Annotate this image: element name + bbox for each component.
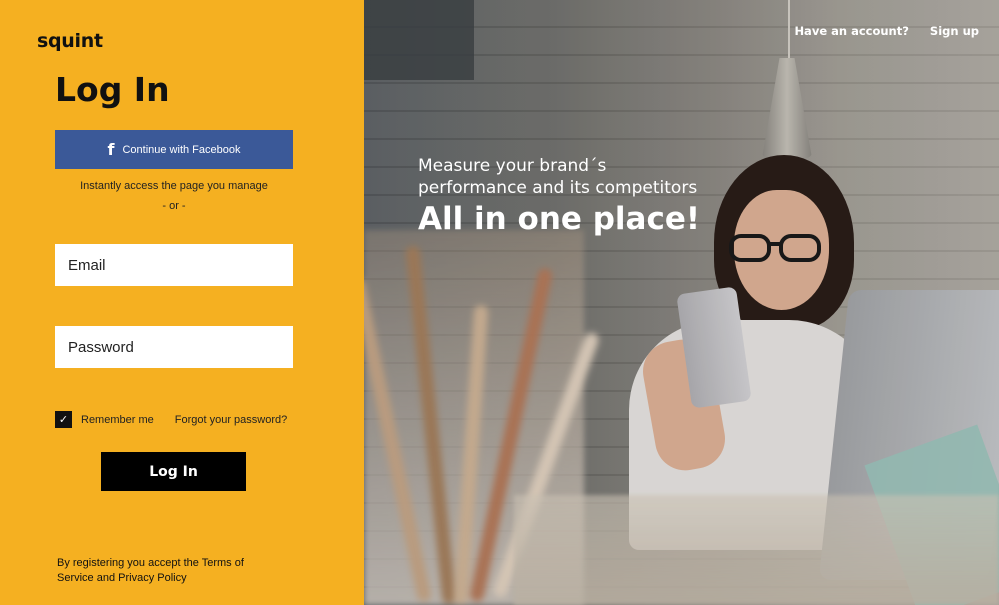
tagline-headline: All in one place!	[418, 201, 700, 237]
signup-link[interactable]: Sign up	[930, 24, 979, 38]
email-field[interactable]: Email	[55, 244, 293, 286]
email-placeholder: Email	[68, 256, 106, 274]
remember-row: ✓ Remember me Forgot your password?	[55, 411, 287, 428]
remember-checkbox[interactable]: ✓	[55, 411, 72, 428]
terms-text: By registering you accept the Terms of S…	[57, 557, 244, 584]
forgot-password-link[interactable]: Forgot your password?	[175, 414, 288, 426]
login-panel: squint Log In f Continue with Facebook I…	[0, 0, 364, 605]
remember-label[interactable]: Remember me	[81, 414, 154, 426]
facebook-login-button[interactable]: f Continue with Facebook	[55, 130, 293, 169]
hero-image	[364, 0, 999, 605]
hero-tagline: Measure your brand´s performance and its…	[418, 155, 700, 237]
or-divider: - or -	[162, 200, 186, 212]
page-title: Log In	[55, 70, 170, 109]
top-nav: Have an account? Sign up	[794, 24, 979, 38]
facebook-button-label: Continue with Facebook	[122, 143, 241, 156]
login-button[interactable]: Log In	[101, 452, 246, 491]
tagline-line-1: Measure your brand´s	[418, 156, 607, 176]
password-field[interactable]: Password	[55, 326, 293, 368]
facebook-icon: f	[107, 139, 115, 159]
facebook-helper-text: Instantly access the page you manage	[80, 180, 268, 192]
tagline-line-2: performance and its competitors	[418, 178, 698, 198]
have-account-link[interactable]: Have an account?	[794, 24, 908, 38]
photo-overlay	[364, 0, 999, 605]
squint-logo[interactable]: squint	[37, 30, 103, 52]
password-placeholder: Password	[68, 338, 134, 356]
